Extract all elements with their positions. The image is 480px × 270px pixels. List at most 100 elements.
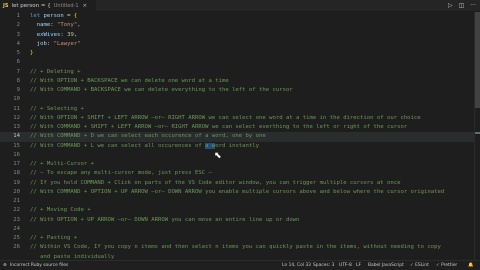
- code-line[interactable]: 13 // With COMMAND + SHIFT + LEFT ARROW …: [0, 123, 480, 132]
- code-line[interactable]: 19 // If you hold COMMAND + Click on par…: [0, 179, 480, 188]
- split-editor-icon[interactable]: ◫: [459, 1, 465, 11]
- code-line[interactable]: 26 // Within VS Code, If you copy n item…: [0, 243, 480, 252]
- comment-text[interactable]: // With OPTION + SHIFT + LEFT ARROW —or—…: [30, 114, 421, 123]
- comment-text[interactable]: // If you hold COMMAND + Click on parts …: [30, 179, 400, 188]
- code-line[interactable]: 21: [0, 197, 480, 206]
- code-line[interactable]: 16: [0, 151, 480, 160]
- code-line[interactable]: 5 }: [0, 49, 480, 58]
- code-line[interactable]: 18 // — To escape any multi-cursor mode,…: [0, 169, 480, 178]
- comment-segment: ord instantly: [215, 142, 260, 149]
- line-number: 25: [13, 235, 20, 241]
- code-line[interactable]: 12 // With OPTION + SHIFT + LEFT ARROW —…: [0, 114, 480, 123]
- code-line[interactable]: 9 // With COMMAND + BACKSPACE we can del…: [0, 86, 480, 95]
- code-line[interactable]: 23 // With OPTION + UP ARROW —or— DOWN A…: [0, 216, 480, 225]
- tab-title: let person = {: [11, 3, 51, 9]
- line-number: 4: [16, 40, 20, 47]
- comment-text[interactable]: // With OPTION + UP ARROW —or— DOWN ARRO…: [30, 216, 299, 225]
- close-tab-icon[interactable]: ×: [83, 3, 88, 9]
- string-token: "Lawyer": [53, 40, 81, 47]
- comma-token: ,: [77, 22, 81, 29]
- indentation-setting[interactable]: Spaces: 3: [313, 261, 334, 270]
- line-number: 14: [13, 133, 20, 140]
- line-number: 11: [13, 105, 20, 112]
- comment-text[interactable]: // With COMMAND + BACKSPACE we can delet…: [30, 86, 293, 95]
- comment-text[interactable]: // — To escape any multi-cursor mode, ju…: [30, 169, 212, 178]
- scrollbar-marker: [475, 132, 480, 134]
- javascript-file-icon: JS: [3, 2, 9, 9]
- line-number: 16: [13, 151, 20, 158]
- line-number: 23: [13, 216, 20, 223]
- code-editor[interactable]: 1 let person = { 2 name: "Tony", 3 exWiv…: [0, 12, 480, 260]
- status-message[interactable]: Incorrect Ruby source files: [10, 261, 68, 270]
- comment-text[interactable]: // + Multi-Cursor +: [30, 160, 94, 169]
- text-selection[interactable]: a w: [205, 142, 216, 149]
- code-line[interactable]: 10: [0, 95, 480, 104]
- code-text[interactable]: name: "Tony",: [30, 21, 81, 30]
- line-ending-setting[interactable]: LF: [356, 261, 361, 270]
- code-line[interactable]: 6: [0, 58, 480, 67]
- operator-token: =: [63, 13, 74, 19]
- comment-text[interactable]: // + Pasting +: [30, 234, 77, 243]
- code-text[interactable]: }: [30, 49, 33, 58]
- code-line[interactable]: 1 let person = {: [0, 12, 480, 21]
- run-icon[interactable]: ▷: [448, 1, 453, 11]
- comma-token: ,: [73, 31, 78, 38]
- language-mode[interactable]: Babel JavaScript: [368, 261, 404, 270]
- eslint-status[interactable]: ✓ ESLint: [410, 261, 429, 270]
- line-number: 22: [13, 207, 20, 214]
- line-number: 26: [13, 244, 20, 251]
- error-icon[interactable]: ⊗: [3, 261, 7, 270]
- line-number: 20: [13, 188, 20, 195]
- variable-token: person: [43, 13, 64, 19]
- bell-icon[interactable]: 🔔: [468, 261, 473, 270]
- code-line[interactable]: 15 // With COMMAND + L we can select all…: [0, 142, 480, 151]
- code-text[interactable]: exWives: 39,: [30, 31, 77, 40]
- code-line[interactable]: 11 // + Selecting +: [0, 105, 480, 114]
- colon-token: :: [46, 40, 54, 47]
- code-line[interactable]: 7 // + Deleting +: [0, 68, 480, 77]
- line-number: 2: [16, 22, 20, 29]
- tab-subtitle: Untitled-1: [53, 3, 79, 9]
- prettier-status[interactable]: ✓ Prettier: [436, 261, 457, 270]
- comment-text[interactable]: // + Deleting +: [30, 68, 81, 77]
- more-actions-icon[interactable]: ···: [470, 1, 476, 11]
- property-token: exWives: [36, 31, 61, 38]
- line-number: 24: [13, 225, 20, 232]
- comment-text[interactable]: // + Selecting +: [30, 105, 84, 114]
- comment-text[interactable]: // With COMMAND + SHIFT + LEFT ARROW —or…: [30, 123, 407, 132]
- comment-text[interactable]: // With COMMAND + L we can select all oc…: [30, 142, 259, 151]
- current-line[interactable]: 14 // With COMMAND + D we can select eac…: [0, 132, 480, 142]
- editor-tab[interactable]: JS let person = { Untitled-1 ×: [0, 0, 96, 12]
- code-line[interactable]: 24: [0, 225, 480, 234]
- encoding-setting[interactable]: UTF-8: [339, 261, 352, 270]
- line-number: 9: [16, 87, 20, 93]
- editor-actions: ▷ ◫ ···: [448, 1, 476, 11]
- line-number: 15: [13, 142, 20, 149]
- line-number: 10: [13, 96, 20, 103]
- cursor-position[interactable]: Ln 14, Col 33: [282, 261, 311, 270]
- code-line[interactable]: 4 job: "Lawyer": [0, 40, 480, 49]
- code-line[interactable]: 20 // With COMMAND + OPTION + UP ARROW —…: [0, 188, 480, 197]
- comment-text[interactable]: // With COMMAND + D we can select each o…: [30, 132, 266, 141]
- scrollbar-thumb[interactable]: [475, 12, 480, 108]
- code-line[interactable]: 8 // With OPTION + BACKSPACE we can dele…: [0, 77, 480, 86]
- status-bar: ⊗ Incorrect Ruby source files Ln 14, Col…: [0, 260, 480, 270]
- code-text[interactable]: job: "Lawyer": [30, 40, 81, 49]
- code-line[interactable]: 2 name: "Tony",: [0, 21, 480, 30]
- code-line[interactable]: 22 // + Moving Code +: [0, 206, 480, 215]
- number-token: 39: [67, 31, 74, 38]
- comment-text[interactable]: // + Moving Code +: [30, 206, 91, 215]
- comment-text[interactable]: // With COMMAND + OPTION + UP ARROW —or—…: [30, 188, 444, 197]
- vertical-scrollbar[interactable]: [474, 12, 480, 260]
- line-number: 18: [13, 170, 20, 177]
- line-number: 12: [13, 114, 20, 121]
- comment-text[interactable]: // With OPTION + BACKSPACE we can delete…: [30, 77, 229, 86]
- tab-bar: JS let person = { Untitled-1 × ▷ ◫ ···: [0, 0, 480, 12]
- code-line[interactable]: 17 // + Multi-Cursor +: [0, 160, 480, 169]
- code-text[interactable]: let person = {: [30, 12, 77, 21]
- comment-text[interactable]: // Within VS Code, If you copy n items a…: [30, 243, 441, 252]
- line-number: 19: [13, 179, 20, 186]
- keyword-token: let: [30, 13, 41, 19]
- code-line[interactable]: 3 exWives: 39,: [0, 31, 480, 40]
- code-line[interactable]: 25 // + Pasting +: [0, 234, 480, 243]
